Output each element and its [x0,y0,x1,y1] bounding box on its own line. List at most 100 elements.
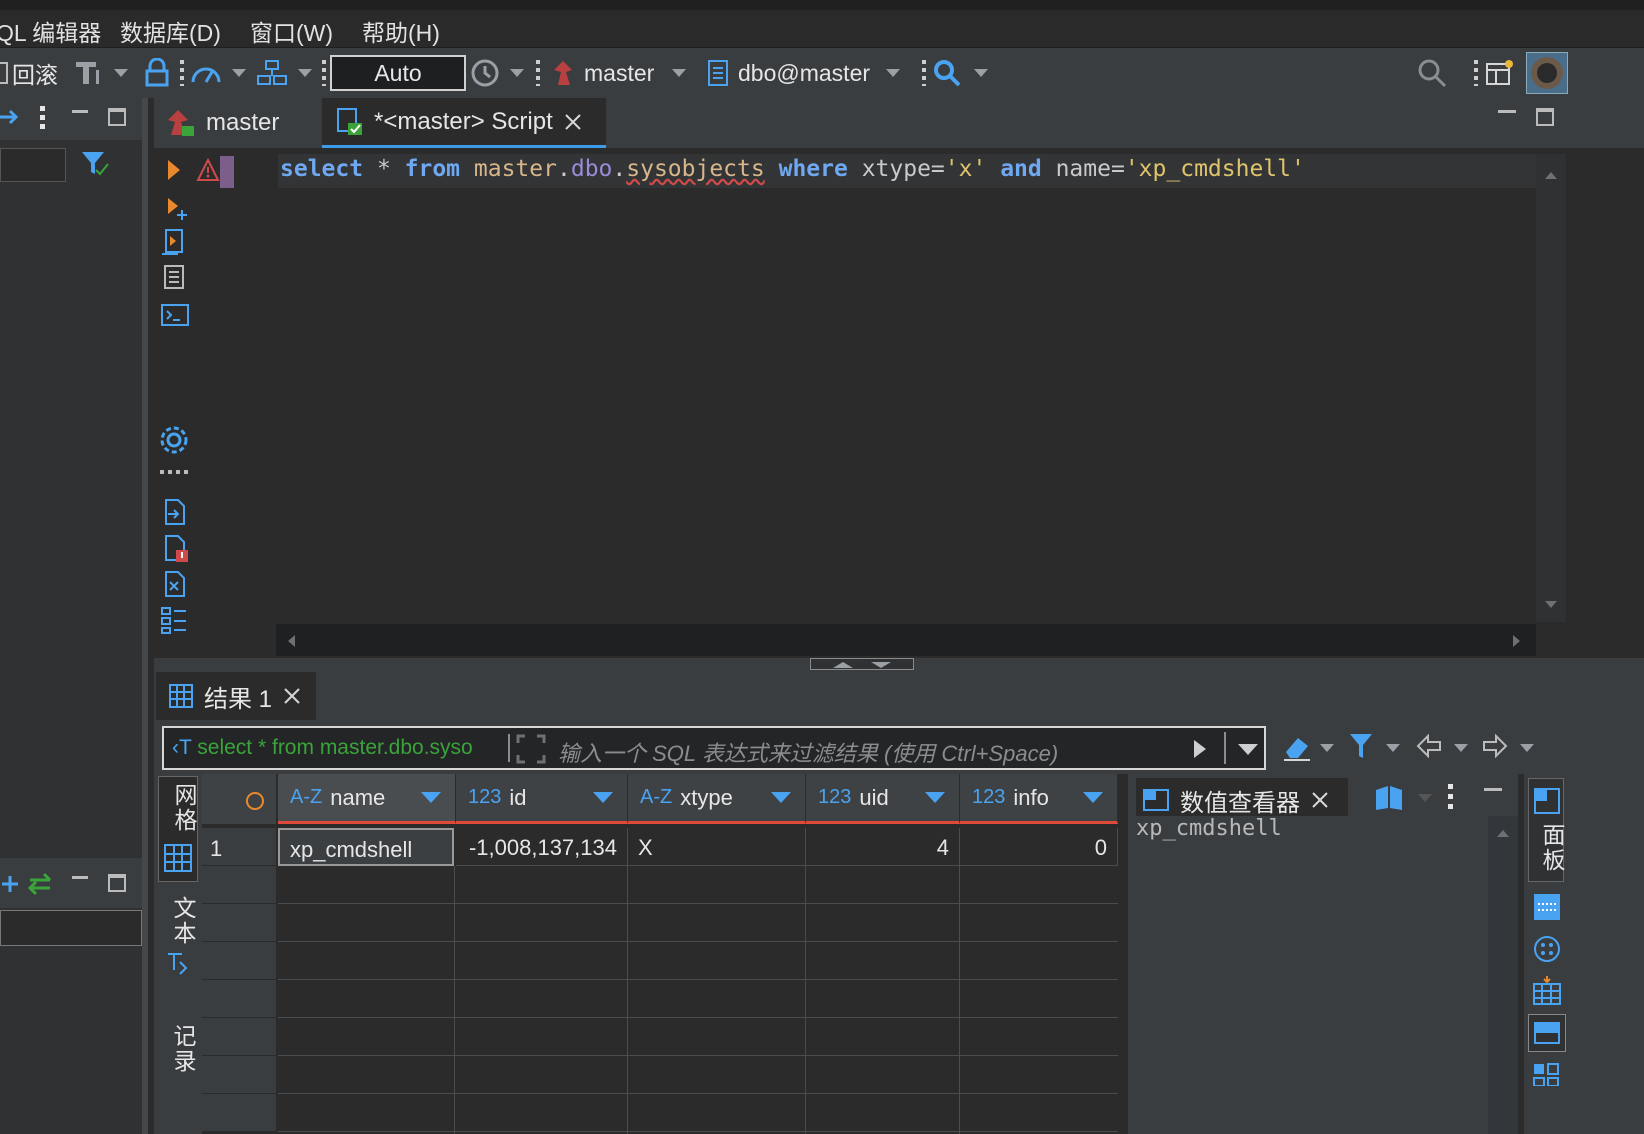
project-filter-input[interactable] [0,910,142,946]
expand-icon[interactable] [516,734,546,764]
tab-record[interactable]: 记录 [158,1020,198,1134]
link-icon[interactable] [0,106,20,128]
filter-icon[interactable] [1348,732,1374,760]
tab-script[interactable]: *<master> Script [322,98,606,148]
chevron-down-icon[interactable] [1418,794,1432,802]
tab-grid[interactable]: 网格 [158,776,198,882]
maximize-icon[interactable] [1536,108,1554,126]
collapse-arrows-icon[interactable] [827,660,897,669]
book-icon[interactable] [1374,784,1406,812]
variables-icon[interactable] [160,570,188,598]
explain-plan-icon[interactable] [160,264,188,292]
chevron-down-icon[interactable] [1320,744,1334,752]
dashboard-icon[interactable] [1532,1062,1562,1086]
sort-icon[interactable] [593,792,613,803]
menu-database[interactable]: 数据库(D) [120,14,221,48]
more-menu-icon[interactable] [40,106,45,130]
execute-script-icon[interactable] [160,228,188,256]
grid-corner[interactable] [202,774,276,824]
problems-icon[interactable] [160,534,190,564]
splitter-toggle[interactable] [810,658,914,670]
schema-selector[interactable]: dbo@master [706,54,901,92]
column-header-uid[interactable]: 123 uid [806,774,960,824]
outline-icon[interactable] [160,606,188,634]
column-header-xtype[interactable]: A-Z xtype [628,774,806,824]
close-icon[interactable] [563,112,583,132]
editor-vertical-scrollbar[interactable] [1536,154,1566,622]
table-cell[interactable]: X [628,828,806,866]
scroll-left-icon[interactable] [286,634,296,648]
maximize-icon[interactable] [108,108,126,126]
close-icon[interactable] [1310,790,1330,810]
editor-horizontal-scrollbar[interactable] [276,624,1536,656]
commit-mode-button[interactable]: Auto [330,55,466,91]
datasource-selector[interactable]: master [550,54,687,92]
sort-icon[interactable] [1083,792,1103,803]
table-cell[interactable]: 0 [960,828,1118,866]
sort-icon[interactable] [771,792,791,803]
grouping-icon[interactable] [1532,934,1562,964]
scroll-down-icon[interactable] [1544,600,1558,610]
editor-results-splitter[interactable] [154,658,1644,670]
dashboard-button[interactable] [190,54,246,92]
menu-window[interactable]: 窗口(W) [250,14,333,48]
more-menu-icon[interactable] [1448,784,1453,810]
menu-sql-editor[interactable]: QL 编辑器 [0,14,101,48]
tab-master[interactable]: master [154,98,291,148]
find-button[interactable] [932,54,988,92]
sql-editor[interactable]: select * from master.dbo.sysobjects wher… [154,148,1644,658]
minimize-icon[interactable] [72,110,88,113]
forward-icon[interactable] [1482,734,1508,758]
sort-icon[interactable] [421,792,441,803]
tab-text[interactable]: 文本 [158,890,198,986]
value-viewer-toggle[interactable] [1528,1014,1566,1052]
menu-help[interactable]: 帮助(H) [362,14,440,48]
chevron-down-icon[interactable] [1386,744,1400,752]
column-header-name[interactable]: A-Z name [278,774,456,824]
schema-tree-button[interactable] [256,54,312,92]
dbeaver-perspective-button[interactable] [1526,52,1568,94]
eraser-icon[interactable] [1282,732,1312,762]
lock-button[interactable] [144,54,170,92]
maximize-icon[interactable] [108,874,126,892]
export-icon[interactable] [160,498,188,526]
history-button[interactable] [470,54,524,92]
column-header-id[interactable]: 123 id [456,774,628,824]
apply-filter-icon[interactable] [1192,738,1208,760]
link-editor-icon[interactable] [0,872,60,896]
tab-result-1[interactable]: 结果 1 [156,672,316,720]
scroll-up-icon[interactable] [1496,828,1510,838]
chevron-down-icon[interactable] [1454,744,1468,752]
table-cell[interactable]: xp_cmdshell [278,828,454,866]
value-viewer-content[interactable] [1128,816,1488,1134]
execute-statement-icon[interactable] [166,158,182,182]
row-number[interactable]: 1 [202,828,276,866]
table-cell[interactable]: -1,008,137,134 [456,828,628,866]
scroll-right-icon[interactable] [1512,634,1522,648]
chevron-down-icon[interactable] [1238,744,1258,755]
back-icon[interactable] [1416,734,1442,758]
more-icon[interactable] [160,470,188,474]
scroll-up-icon[interactable] [1544,170,1558,180]
minimize-icon[interactable] [72,876,88,879]
sort-icon[interactable] [925,792,945,803]
table-cell[interactable]: 4 [806,828,960,866]
global-search-button[interactable] [1416,54,1448,92]
format-button[interactable] [72,54,128,92]
perspective-button[interactable] [1484,54,1514,92]
terminal-icon[interactable] [160,302,190,328]
value-viewer-text[interactable]: xp_cmdshell [1136,816,1282,841]
filter-icon[interactable] [80,150,110,178]
sql-code-line[interactable]: select * from master.dbo.sysobjects wher… [280,156,1305,182]
rollback-button[interactable]: 回滚 [0,54,58,92]
filter-history[interactable]: ‹T select * from master.dbo.syso [172,736,502,760]
tab-panels[interactable]: 面板 [1528,778,1565,882]
execute-new-tab-icon[interactable] [166,196,190,220]
close-icon[interactable] [282,686,302,706]
minimize-icon[interactable] [1498,110,1516,113]
column-header-info[interactable]: 123 info [960,774,1118,824]
chevron-down-icon[interactable] [1520,744,1534,752]
filter-input[interactable]: ‹T select * from master.dbo.syso 输入一个 SQ… [162,726,1266,770]
value-viewer-scrollbar[interactable] [1488,816,1518,1134]
calculator-icon[interactable] [1532,974,1562,1006]
